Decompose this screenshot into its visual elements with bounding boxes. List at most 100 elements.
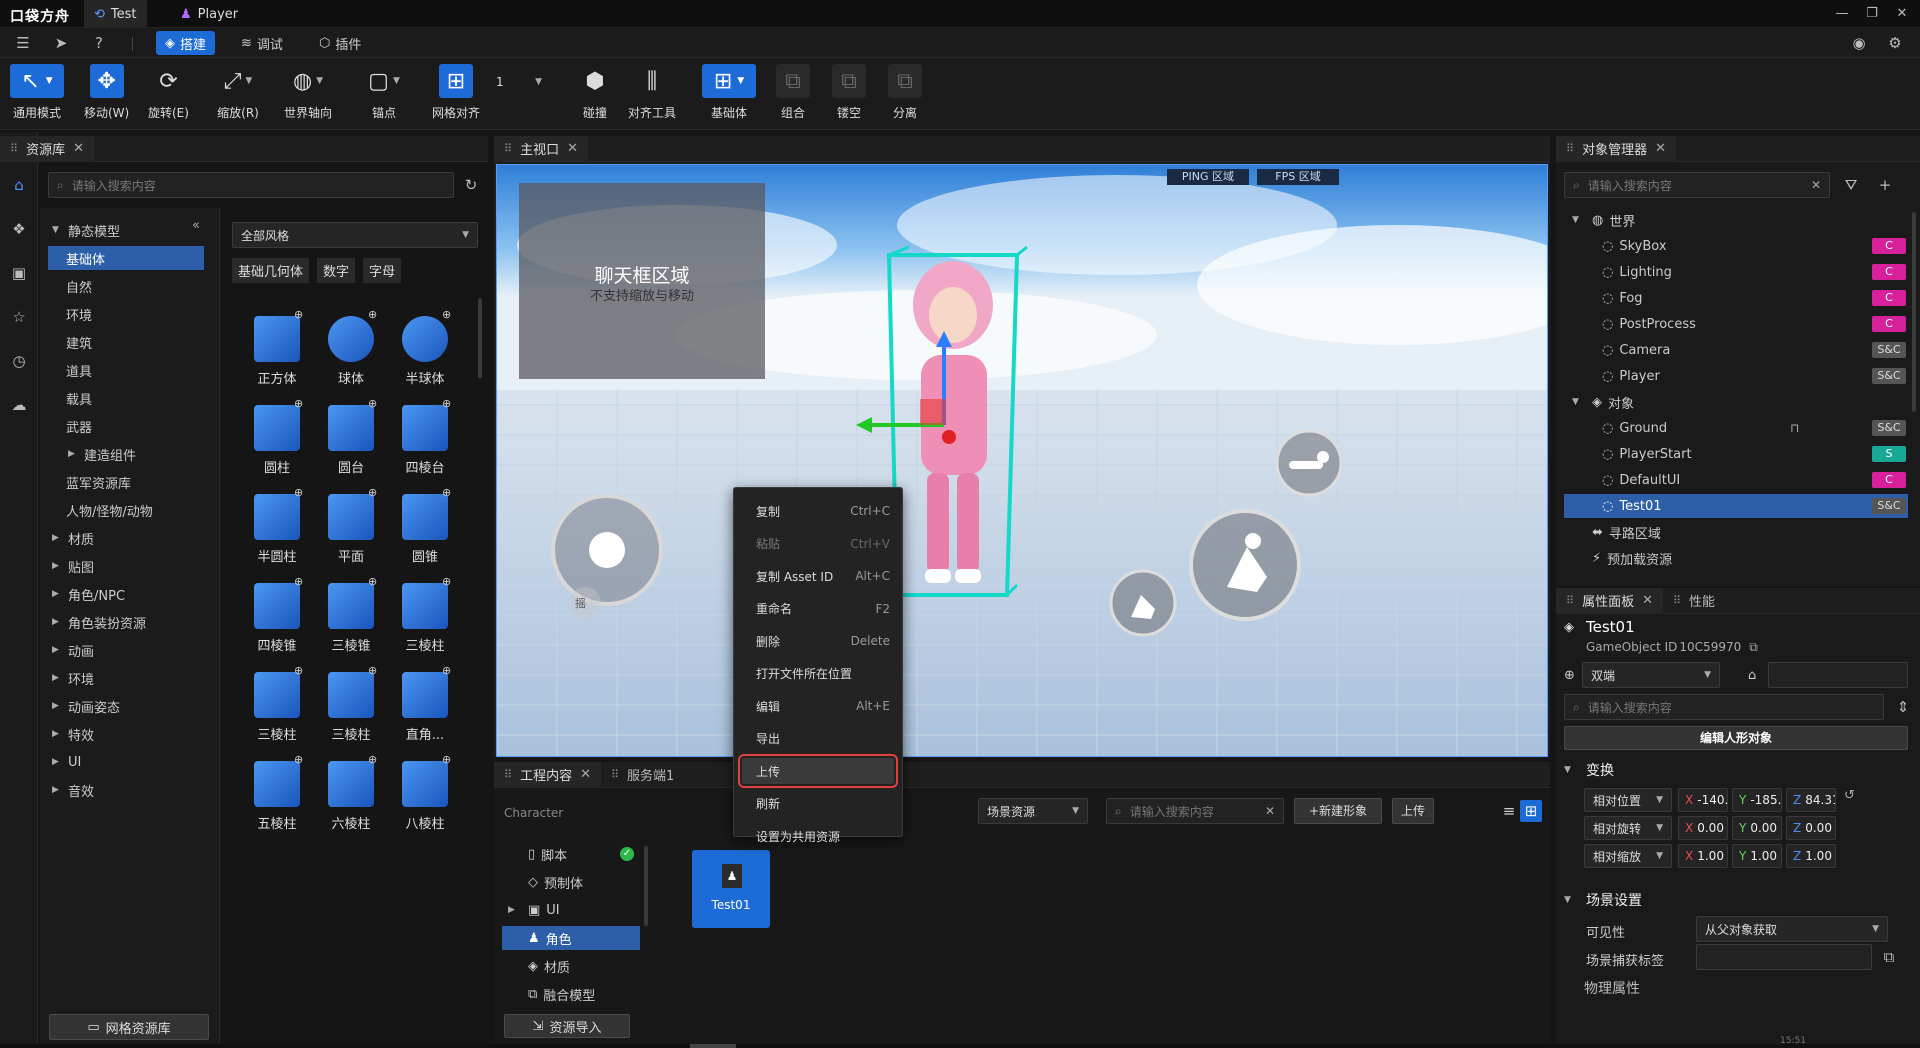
context-menu-item[interactable]: 粘贴 Ctrl+V xyxy=(742,531,894,557)
context-menu-item[interactable]: 编辑 Alt+E xyxy=(742,693,894,719)
grid-size-select[interactable]: 1 ▼ xyxy=(488,68,550,96)
zoom-icon[interactable]: ⊕ xyxy=(442,397,451,410)
scene-settings-header[interactable]: ▼ 场景设置 xyxy=(1564,890,1642,910)
copy-icon[interactable]: ⧉ xyxy=(1749,640,1758,655)
context-menu-item[interactable]: 删除 Delete xyxy=(742,628,894,654)
settings-icon[interactable]: ⚙ xyxy=(1884,32,1906,54)
object-tree-item[interactable]: ◌ Test01 S&C xyxy=(1564,494,1908,518)
object-tree-item[interactable]: ⬌ 寻路区域 xyxy=(1564,520,1908,544)
jump-button[interactable] xyxy=(1187,507,1303,623)
shape-tile[interactable]: ⊕ 三棱柱 xyxy=(388,575,462,659)
add-icon[interactable]: + xyxy=(1874,174,1896,196)
close-icon[interactable]: ✕ xyxy=(1892,4,1912,24)
object-tree-item[interactable]: ⚡ 预加载资源 xyxy=(1564,546,1908,570)
category-item[interactable]: ▶ 建造组件 xyxy=(64,442,204,466)
zoom-icon[interactable]: ⊕ xyxy=(368,753,377,766)
tool-hollow[interactable]: ⧉ 镂空 xyxy=(832,64,866,121)
shape-tile[interactable]: ⊕ 半圆柱 xyxy=(240,486,314,570)
crouch-button[interactable] xyxy=(1273,427,1345,499)
transform-mode-select[interactable]: 相对缩放 ▼ xyxy=(1584,844,1672,868)
move-gizmo[interactable] xyxy=(852,325,972,455)
category-item[interactable]: 自然 xyxy=(48,274,204,298)
object-tree-item[interactable]: ◌ PlayerStart S xyxy=(1564,442,1908,466)
x-field[interactable]: X-140.1 xyxy=(1678,788,1728,812)
project-tree-item[interactable]: ◈ 材质 xyxy=(502,954,640,978)
shape-tile[interactable]: ⊕ 四棱台 xyxy=(388,397,462,481)
zoom-icon[interactable]: ⊕ xyxy=(294,308,303,321)
object-tree-item[interactable]: ◌ Player S&C xyxy=(1564,364,1908,388)
refresh-icon[interactable]: ↻ xyxy=(460,174,482,196)
shape-tile[interactable]: ⊕ 平面 xyxy=(314,486,388,570)
category-item[interactable]: 人物/怪物/动物 xyxy=(48,498,204,522)
zoom-icon[interactable]: ⊕ xyxy=(368,397,377,410)
shape-tile[interactable]: ⊕ 五棱柱 xyxy=(240,753,314,837)
context-menu-item[interactable]: 打开文件所在位置 xyxy=(742,661,894,687)
menu-icon[interactable]: ☰ xyxy=(12,32,34,54)
tool-separate[interactable]: ⧉ 分离 xyxy=(888,64,922,121)
scrollbar[interactable] xyxy=(478,298,482,378)
shape-tile[interactable]: ⊕ 八棱柱 xyxy=(388,753,462,837)
object-tree-item[interactable]: ◌ DefaultUI C xyxy=(1564,468,1908,492)
mode-plugin[interactable]: ⬡ 插件 xyxy=(310,31,370,55)
category-item[interactable]: ▶ 特效 xyxy=(48,722,204,746)
category-item[interactable]: ▶ 音效 xyxy=(48,778,204,802)
edit-humanoid-button[interactable]: 编辑人形对象 xyxy=(1564,726,1908,750)
shape-tile[interactable]: ⊕ 三棱锥 xyxy=(314,575,388,659)
new-avatar-button[interactable]: +新建形象 xyxy=(1294,798,1382,824)
category-item[interactable]: 载具 xyxy=(48,386,204,410)
eye-icon[interactable]: ◉ xyxy=(1848,32,1870,54)
asset-tile-test01[interactable]: ♟ Test01 xyxy=(692,850,770,928)
tab-server[interactable]: ⠿ 服务端1 xyxy=(601,762,684,788)
shape-tile[interactable]: ⊕ 球体 xyxy=(314,308,388,392)
object-search-input[interactable]: ⌕ 请输入搜索内容 ✕ xyxy=(1564,172,1830,198)
category-item[interactable]: ▶ 角色/NPC xyxy=(48,582,204,606)
filter-icon[interactable]: ⛛ xyxy=(1840,174,1862,196)
context-menu-item[interactable]: 复制 Asset ID Alt+C xyxy=(742,563,894,589)
shape-tile[interactable]: ⊕ 三棱柱 xyxy=(240,664,314,748)
transform-section-header[interactable]: ▼ 变换 xyxy=(1564,760,1614,780)
scrollbar[interactable] xyxy=(644,846,648,926)
shape-tile[interactable]: ⊕ 三棱柱 xyxy=(314,664,388,748)
mode-build[interactable]: ◈ 搭建 xyxy=(156,31,216,55)
zoom-icon[interactable]: ⊕ xyxy=(294,575,303,588)
category-item[interactable]: ▶ 动画 xyxy=(48,638,204,662)
visibility-select[interactable]: 从父对象获取 ▼ xyxy=(1696,916,1888,942)
category-item[interactable]: 道具 xyxy=(48,358,204,382)
tab-project-content[interactable]: ⠿ 工程内容 ✕ xyxy=(494,761,601,788)
zoom-icon[interactable]: ⊕ xyxy=(442,753,451,766)
tab-test[interactable]: ⟲ Test xyxy=(84,0,147,28)
grid-library-button[interactable]: ▭ 网格资源库 xyxy=(49,1014,209,1040)
object-tree-item[interactable]: ◌ Camera S&C xyxy=(1564,338,1908,362)
property-search-input[interactable]: ⌕ 请输入搜索内容 xyxy=(1564,694,1884,720)
capture-tag-input[interactable] xyxy=(1696,944,1872,970)
zoom-icon[interactable]: ⊕ xyxy=(368,664,377,677)
expand-icon[interactable]: ⇕ xyxy=(1892,696,1914,718)
shape-tile[interactable]: ⊕ 四棱锥 xyxy=(240,575,314,659)
help-icon[interactable]: ? xyxy=(88,32,110,54)
transform-mode-select[interactable]: 相对旋转 ▼ xyxy=(1584,816,1672,840)
tool-group[interactable]: ⧉ 组合 xyxy=(776,64,810,121)
tab-performance[interactable]: ⠿ 性能 xyxy=(1663,588,1725,614)
tool-align[interactable]: ⫼ 对齐工具 xyxy=(628,64,676,121)
category-item[interactable]: ▶ 材质 xyxy=(48,526,204,550)
list-view-icon[interactable]: ≡ xyxy=(1498,800,1520,822)
category-item[interactable]: ▶ 动画姿态 xyxy=(48,694,204,718)
shape-tile[interactable]: ⊕ 正方体 xyxy=(240,308,314,392)
object-tree-item[interactable]: ◌ SkyBox C xyxy=(1564,234,1908,258)
tool-primitive[interactable]: ⊞ ▼ 基础体 xyxy=(702,64,756,121)
project-tree-item[interactable]: ▶ ▣ UI xyxy=(502,898,640,922)
tool-rotate[interactable]: ⟳ 旋转(E) xyxy=(148,64,189,121)
asset-search-input[interactable]: ⌕ 请输入搜索内容 xyxy=(48,172,454,198)
object-tree-item[interactable]: ◌ Fog C xyxy=(1564,286,1908,310)
tab-object-manager[interactable]: ⠿ 对象管理器 ✕ xyxy=(1556,135,1676,162)
y-field[interactable]: Y 0.00 xyxy=(1732,816,1782,840)
close-icon[interactable]: ✕ xyxy=(1655,141,1666,156)
style-filter-select[interactable]: 全部风格 ▼ xyxy=(232,222,478,248)
context-menu-item[interactable]: 上传 xyxy=(738,754,898,788)
project-tree-item[interactable]: ♟ 角色 xyxy=(502,926,640,950)
reset-icon[interactable]: ↺ xyxy=(1844,788,1855,803)
category-item[interactable]: 基础体 xyxy=(48,246,204,270)
zoom-icon[interactable]: ⊕ xyxy=(294,397,303,410)
chip-digits[interactable]: 数字 xyxy=(317,258,356,283)
zoom-icon[interactable]: ⊕ xyxy=(294,486,303,499)
